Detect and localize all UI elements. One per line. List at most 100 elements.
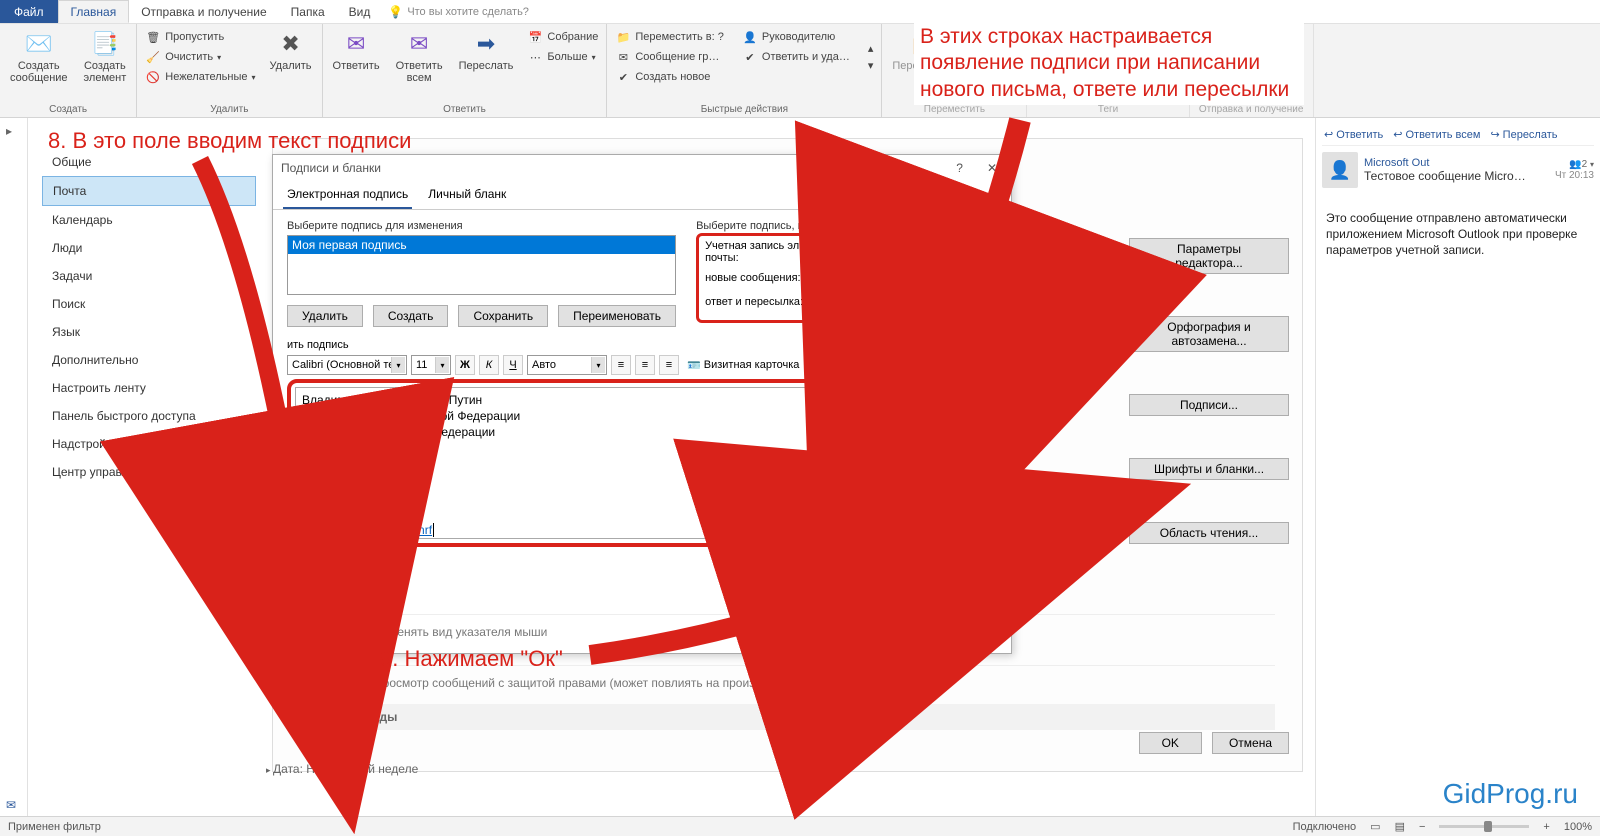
tell-me[interactable]: 💡Что вы хотите сделать?	[388, 5, 529, 19]
tab-sendreceive[interactable]: Отправка и получение	[129, 0, 278, 23]
opt-calendar[interactable]: Календарь	[42, 206, 256, 234]
rename-sig-button[interactable]: Переименовать	[558, 305, 676, 327]
default-sig-label: Выберите подпись, используемую по умолча…	[696, 220, 997, 232]
zoom-slider[interactable]	[1439, 825, 1529, 828]
opt-mail[interactable]: Почта	[42, 176, 256, 206]
sig-link[interactable]: Putin.VV@mail.ru	[302, 490, 397, 504]
underline-button[interactable]: Ч	[503, 355, 523, 375]
sig-link[interactable]: https://twitter.com/putinrf	[302, 523, 434, 537]
new-message-button[interactable]: ✉️Создать сообщение	[6, 28, 72, 86]
junk-icon: 🚫	[145, 69, 161, 85]
ignore-button[interactable]: 🗑Пропустить	[143, 28, 257, 46]
meeting-button[interactable]: 📅Собрание	[525, 28, 600, 46]
delete-sig-button[interactable]: Удалить	[287, 305, 363, 327]
outer-ok-button[interactable]: OK	[1139, 732, 1202, 754]
font-size-combo[interactable]: 11▾	[411, 355, 451, 375]
align-left-button[interactable]: ≡	[611, 355, 631, 375]
preview-reply[interactable]: ↩Ответить	[1324, 128, 1383, 141]
tab-folder[interactable]: Папка	[279, 0, 337, 23]
menu-file[interactable]: Файл	[0, 0, 58, 23]
sig-link[interactable]: Putin.VV@rambler.ru	[302, 506, 415, 520]
account-combo[interactable]: xxxxxxxxxxxxxx▾	[877, 242, 988, 262]
opt-trust[interactable]: Центр управления безопасностью	[42, 458, 256, 486]
tab-view[interactable]: Вид	[337, 0, 383, 23]
link-button[interactable]: 🔗	[841, 355, 861, 375]
msg-time: Чт 20:13	[1555, 170, 1594, 181]
quick-boss[interactable]: 👤Руководителю	[740, 28, 852, 46]
signature-list-item[interactable]: Моя первая подпись	[288, 236, 675, 254]
reading-pane-button[interactable]: Область чтения...	[1129, 522, 1289, 544]
color-combo[interactable]: Авто▾	[527, 355, 607, 375]
date-group-label: Дата: На прошлой неделе	[266, 762, 418, 776]
zoom-in[interactable]: +	[1543, 821, 1549, 833]
dialog-title: Подписи и бланки	[281, 161, 381, 175]
sig-link[interactable]: Putin.VV@Gmail.com	[302, 474, 418, 488]
opt-tasks[interactable]: Задачи	[42, 262, 256, 290]
newmsg-combo[interactable]: Моя первая подпись▾	[877, 268, 988, 288]
tab-signature[interactable]: Электронная подпись	[283, 181, 412, 209]
view-reading-icon[interactable]: ▤	[1395, 820, 1405, 833]
junk-button[interactable]: 🚫Нежелательные▾	[143, 68, 257, 86]
chevron-down-icon: ▾	[970, 244, 986, 260]
opt-advanced[interactable]: Дополнительно	[42, 346, 256, 374]
font-name-combo[interactable]: Calibri (Основной те▾	[287, 355, 407, 375]
save-sig-button[interactable]: Сохранить	[458, 305, 548, 327]
signature-editor[interactable]: Владимир Владимирович Путин Правительств…	[295, 387, 989, 539]
outer-cancel-button[interactable]: Отмена	[1212, 732, 1289, 754]
quick-reply-del[interactable]: ✔Ответить и уда…	[740, 48, 852, 66]
people-icon: 👥	[1569, 159, 1581, 170]
help-button[interactable]: ?	[950, 161, 969, 175]
cursor-checkbox[interactable]	[300, 623, 313, 636]
default-settings-highlight: Учетная запись электронной почты: xxxxxx…	[696, 233, 997, 323]
delete-button[interactable]: ✖Удалить	[266, 28, 316, 86]
ribbon-group-delete: Удалить	[143, 102, 315, 115]
new-item-button[interactable]: 📑Создать элемент	[80, 28, 131, 86]
fonts-button[interactable]: Шрифты и бланки...	[1129, 458, 1289, 480]
tab-stationery[interactable]: Личный бланк	[424, 181, 510, 209]
zoom-out[interactable]: −	[1419, 821, 1425, 833]
annotation-8: 8. В это поле вводим текст подписи	[48, 128, 411, 154]
quick-down[interactable]: ▾	[866, 58, 876, 73]
opt-ribbon[interactable]: Настроить ленту	[42, 374, 256, 402]
sig-link[interactable]: Putin.VV@yandex.ru	[302, 458, 414, 472]
opt-people[interactable]: Люди	[42, 234, 256, 262]
quick-team[interactable]: ✉Сообщение гр…	[613, 48, 726, 66]
quick-up[interactable]: ▴	[866, 41, 876, 56]
align-center-button[interactable]: ≡	[635, 355, 655, 375]
opt-language[interactable]: Язык	[42, 318, 256, 346]
zoom-level: 100%	[1564, 821, 1592, 833]
align-right-button[interactable]: ≡	[659, 355, 679, 375]
reply-all-button[interactable]: ✉Ответить всем	[392, 28, 447, 86]
clean-button[interactable]: 🧹Очистить▾	[143, 48, 257, 66]
msg-body: Это сообщение отправлено автоматически п…	[1322, 194, 1594, 275]
watermark: GidProg.ru	[1443, 778, 1578, 810]
more-button[interactable]: ⋯Больше▾	[525, 48, 600, 66]
opt-addins[interactable]: Надстройки	[42, 430, 256, 458]
preview-forward[interactable]: ↪Переслать	[1490, 128, 1557, 141]
bold-button[interactable]: Ж	[455, 355, 475, 375]
quick-move-to[interactable]: 📁Переместить в: ?	[613, 28, 726, 46]
quick-create-new[interactable]: ✔Создать новое	[613, 68, 726, 86]
irm-checkbox[interactable]	[300, 674, 313, 687]
italic-button[interactable]: К	[479, 355, 499, 375]
reply-combo[interactable]: (нет)▾	[877, 292, 988, 312]
account-label: Учетная запись электронной почты:	[705, 240, 871, 264]
spelling-button[interactable]: Орфография и автозамена...	[1129, 316, 1289, 352]
signatures-button[interactable]: Подписи...	[1129, 394, 1289, 416]
close-button[interactable]: ✕	[981, 161, 1003, 175]
business-card-button[interactable]: 🪪 Визитная карточка	[683, 355, 813, 375]
reply-button[interactable]: ✉Ответить	[329, 28, 384, 86]
preview-reply-all[interactable]: ↩Ответить всем	[1393, 128, 1480, 141]
msg-from: Microsoft Out	[1364, 157, 1549, 169]
image-button[interactable]: 🖼	[817, 355, 837, 375]
forward-icon: ➡	[470, 30, 502, 58]
editor-options-button[interactable]: Параметры редактора...	[1129, 238, 1289, 274]
forward-button[interactable]: ➡Переслать	[455, 28, 518, 86]
signature-list[interactable]: Моя первая подпись	[287, 235, 676, 295]
msg-subject: Тестовое сообщение Micro…	[1364, 169, 1549, 183]
opt-qat[interactable]: Панель быстрого доступа	[42, 402, 256, 430]
view-normal-icon[interactable]: ▭	[1370, 820, 1380, 833]
tab-home[interactable]: Главная	[58, 0, 130, 23]
create-sig-button[interactable]: Создать	[373, 305, 449, 327]
opt-search[interactable]: Поиск	[42, 290, 256, 318]
